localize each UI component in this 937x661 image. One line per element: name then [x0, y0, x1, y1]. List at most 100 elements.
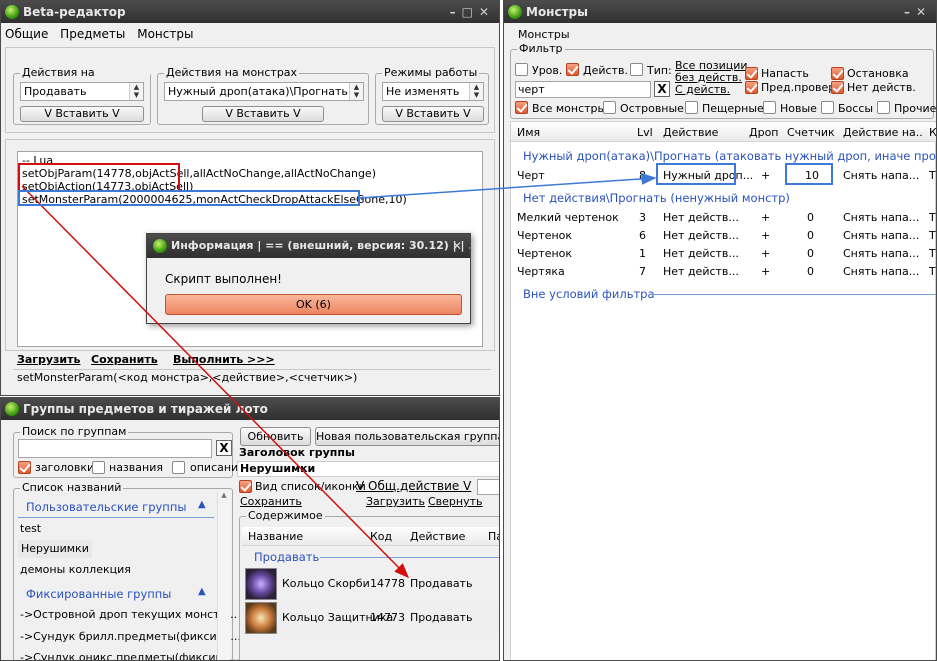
col-counter[interactable]: Счетчик — [787, 123, 835, 142]
type-checkbox[interactable] — [630, 63, 643, 76]
col-action[interactable]: Действие — [410, 527, 465, 546]
fixed-groups-section[interactable]: Фиксированные группы — [26, 586, 171, 602]
level-checkbox[interactable] — [515, 63, 528, 76]
load-link[interactable]: Загрузить — [17, 353, 80, 367]
descriptions-checkbox[interactable] — [172, 461, 185, 474]
section-needed-drop[interactable]: Нужный дроп(атака)\Прогнать (атаковать н… — [523, 148, 936, 164]
close-icon[interactable]: ✕ — [452, 234, 462, 258]
mode-insert-button[interactable]: V Вставить V — [382, 106, 484, 122]
save-link[interactable]: Сохранить — [91, 353, 158, 367]
precheck-checkbox[interactable] — [745, 81, 758, 94]
stop-checkbox[interactable] — [831, 67, 844, 80]
island-checkbox[interactable] — [603, 101, 616, 114]
groups-titlebar[interactable]: Группы предметов и тиражей лото — [1, 398, 499, 420]
list-item-selected[interactable]: Нерушимки — [18, 540, 92, 558]
monster-search-input[interactable]: черт — [515, 81, 651, 98]
col-code[interactable]: Код — [370, 527, 392, 546]
group-header-input[interactable]: Нерушимки — [237, 461, 499, 477]
clear-monster-search-icon[interactable]: X — [654, 81, 670, 97]
items-action-combo[interactable]: Продавать ▲ ▼ — [20, 82, 144, 101]
section-no-action[interactable]: Нет действия\Прогнать (ненужный монстр) — [523, 190, 790, 206]
menu-general[interactable]: Общие — [5, 27, 48, 41]
window-controls[interactable]: –□✕ — [450, 4, 495, 20]
menu-items[interactable]: Предметы — [60, 27, 125, 41]
table-row[interactable]: Кольцо Защитника 14773 Продавать — [242, 601, 499, 635]
table-row[interactable]: Черт 8 Нужный дроп... + 10 Снять напа...… — [511, 167, 936, 185]
section-outside-filter[interactable]: Вне условий фильтра — [523, 286, 655, 302]
dialog-titlebar[interactable]: Информация | == (внешний, версия: 30.12)… — [147, 234, 470, 258]
col-level[interactable]: Lvl — [637, 123, 653, 142]
clear-search-icon[interactable]: X — [216, 440, 232, 456]
scroll-up-icon[interactable]: ▲ — [218, 491, 230, 499]
monster-insert-button[interactable]: V Вставить V — [202, 106, 324, 122]
item-code: 14778 — [370, 577, 405, 590]
attack-checkbox[interactable] — [745, 67, 758, 80]
work-mode-combo[interactable]: Не изменять ▲ ▼ — [382, 82, 484, 101]
collapse-up-icon[interactable]: ▲ — [198, 499, 206, 510]
names-checkbox[interactable] — [92, 461, 105, 474]
list-item[interactable]: test — [20, 522, 41, 536]
monster-action-combo[interactable]: Нужный дроп(атака)\Прогнать ▲ ▼ — [164, 82, 364, 101]
minimize-icon[interactable]: – — [904, 5, 916, 19]
col-param[interactable]: Па — [488, 527, 499, 546]
collapse-up-icon[interactable]: ▲ — [198, 586, 206, 597]
new-group-button[interactable]: Новая пользовательская группа — [315, 427, 499, 446]
list-item[interactable]: ->Сундук брилл.предметы(фиксиро... — [20, 630, 241, 644]
user-groups-section[interactable]: Пользовательские группы — [26, 499, 186, 515]
monsters-titlebar[interactable]: Монстры –✕ — [504, 1, 936, 23]
group-search-input[interactable] — [18, 439, 212, 458]
close-icon[interactable]: ✕ — [916, 5, 932, 19]
table-row[interactable]: Чертенок 6 Нет действ... + 0 Снять напа.… — [511, 227, 936, 245]
bosses-checkbox[interactable] — [821, 101, 834, 114]
with-action-link[interactable]: С действ. — [675, 84, 730, 95]
common-action-input[interactable] — [477, 479, 499, 495]
spin-arrows-icon[interactable]: ▲ ▼ — [129, 83, 143, 100]
monster-name: Чертенок — [517, 229, 573, 242]
col-name[interactable]: Название — [248, 527, 303, 546]
names-scrollbar[interactable]: ▲ — [217, 491, 230, 660]
list-item[interactable]: демоны коллекция — [20, 563, 131, 577]
monsters-tab[interactable]: Монстры — [518, 28, 570, 42]
col-name[interactable]: Имя — [517, 123, 540, 142]
other-checkbox[interactable] — [877, 101, 890, 114]
all-monsters-checkbox[interactable] — [515, 101, 528, 114]
action-checkbox[interactable] — [566, 63, 579, 76]
list-item[interactable]: ->Сундук оникс.предметы(фиксиро... — [20, 651, 240, 660]
load-group-link[interactable]: Загрузить — [366, 495, 425, 509]
spin-arrows-icon[interactable]: ▲ ▼ — [349, 83, 363, 100]
cave-checkbox[interactable] — [685, 101, 698, 114]
refresh-button[interactable]: Обновить — [240, 427, 311, 446]
list-item[interactable]: ->Островной дроп текущих монстр... — [20, 608, 237, 622]
col-action2[interactable]: Действие на... — [843, 123, 923, 142]
window-controls[interactable]: –✕ — [904, 4, 932, 20]
col-drop[interactable]: Дроп — [749, 123, 779, 142]
sell-section[interactable]: Продавать — [254, 549, 319, 565]
monster-drop: + — [761, 211, 771, 224]
col-k[interactable]: К — [929, 123, 936, 142]
table-row[interactable]: Чертенок 1 Нет действ... + 0 Снять напа.… — [511, 245, 936, 263]
table-row[interactable]: Кольцо Скорби 14778 Продавать — [242, 567, 499, 601]
save-group-link[interactable]: Сохранить — [240, 495, 302, 509]
table-row[interactable]: Чертяка 7 Нет действ... + 0 Снять напа..… — [511, 263, 936, 281]
headers-checkbox[interactable] — [18, 461, 31, 474]
all-positions-link[interactable]: Все позиции — [675, 60, 748, 71]
table-row[interactable]: Мелкий чертенок 3 Нет действ... + 0 Снят… — [511, 209, 936, 227]
minimize-icon[interactable]: – — [450, 5, 462, 19]
col-action[interactable]: Действие — [663, 123, 718, 142]
new-checkbox[interactable] — [763, 101, 776, 114]
view-mode-checkbox[interactable] — [239, 480, 252, 493]
monster-counter: 0 — [807, 265, 814, 278]
run-link[interactable]: Выполнить >>> — [173, 353, 275, 367]
app-logo-icon — [5, 5, 19, 19]
editor-titlebar[interactable]: Beta-редактор –□✕ — [1, 1, 499, 23]
menu-monsters[interactable]: Монстры — [137, 27, 193, 41]
common-action-menu[interactable]: V Общ.действие V — [356, 479, 471, 493]
ok-button[interactable]: OK (6) — [165, 294, 462, 315]
no-action-checkbox[interactable] — [831, 81, 844, 94]
maximize-icon[interactable]: □ — [462, 5, 479, 19]
items-insert-button[interactable]: V Вставить V — [20, 106, 144, 122]
close-icon[interactable]: ✕ — [479, 5, 495, 19]
spin-arrows-icon[interactable]: ▲ ▼ — [469, 83, 483, 100]
no-action-link[interactable]: без действ. — [675, 72, 742, 83]
collapse-group-link[interactable]: Свернуть — [428, 495, 483, 509]
